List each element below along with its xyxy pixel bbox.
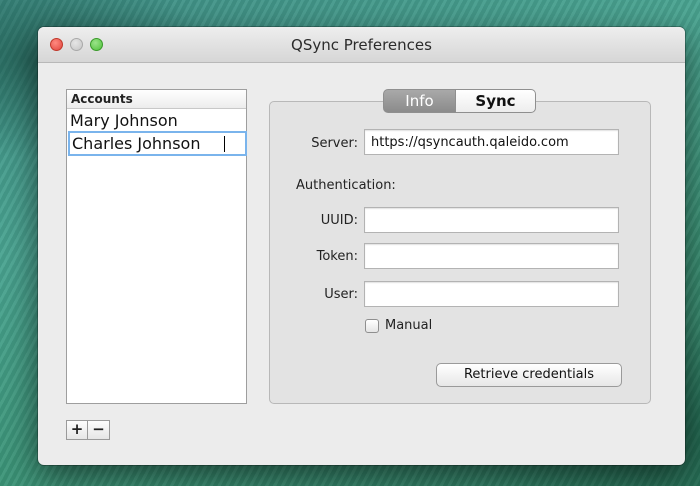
account-item-mary-johnson[interactable]: Mary Johnson [67,109,246,132]
uuid-field[interactable] [364,207,619,233]
accounts-header: Accounts [67,90,246,109]
server-field[interactable]: https://qsyncauth.qaleido.com [364,129,619,155]
uuid-label: UUID: [320,213,358,228]
tab-sync[interactable]: Sync [456,89,536,113]
authentication-label: Authentication: [296,178,396,193]
user-label: User: [324,287,358,302]
accounts-list[interactable]: Accounts Mary Johnson Charles Johnson [66,89,247,404]
tab-bar: Info Sync [383,89,536,113]
token-field[interactable] [364,243,619,269]
manual-option: Manual [365,318,432,333]
server-label: Server: [311,136,358,151]
retrieve-credentials-button[interactable]: Retrieve credentials [436,363,622,387]
account-item-charles-johnson[interactable]: Charles Johnson [68,131,247,156]
window-title: QSync Preferences [291,36,432,54]
add-account-button[interactable]: + [66,420,88,440]
title-bar[interactable]: QSync Preferences [38,27,685,63]
manual-checkbox[interactable] [365,318,379,333]
remove-account-button[interactable]: − [88,420,110,440]
manual-label: Manual [385,318,433,333]
user-field[interactable] [364,281,619,307]
tab-info[interactable]: Info [383,89,456,113]
account-buttons: + − [66,420,110,440]
token-label: Token: [316,249,358,264]
